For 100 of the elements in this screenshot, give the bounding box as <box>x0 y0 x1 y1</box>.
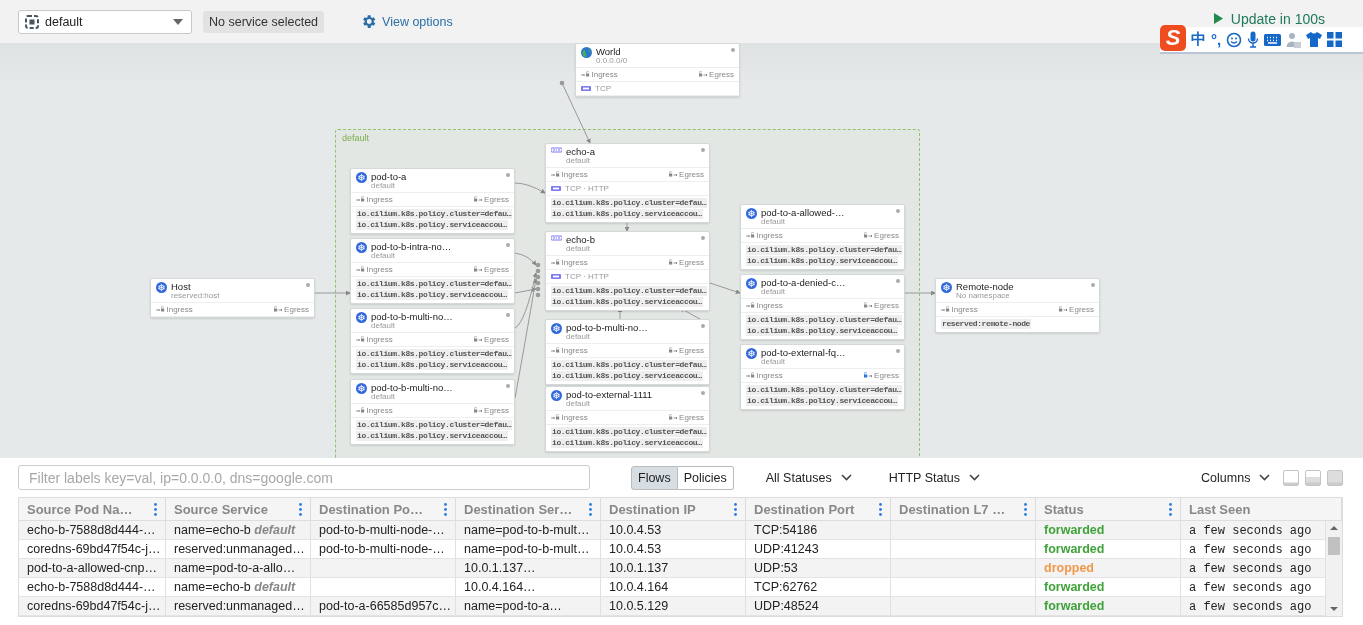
kubernetes-icon <box>551 323 562 334</box>
view-tab[interactable]: Flows <box>631 465 678 490</box>
node-card[interactable]: echo-b default Ingress Egress TCP · HTTP io.cilium.k8s.policy.cluster=defau… io.cilium.k8s.policy.serviceaccou… <box>545 231 710 311</box>
column-menu-icon[interactable] <box>734 502 737 516</box>
kubernetes-icon <box>356 242 367 253</box>
node-title: pod-to-b-multi-no… <box>566 323 649 333</box>
node-title: World <box>596 47 622 57</box>
column-header: Source Service <box>174 501 268 517</box>
node-card[interactable]: pod-to-b-multi-no… default Ingress Egress io.cilium.k8s.policy.cluster=defau… io.cilium.k8s.policy.serviceaccou… <box>545 319 710 385</box>
table-cell-text: a few seconds ago <box>1189 543 1312 557</box>
status-dot <box>896 349 900 353</box>
table-cell-text: coredns-69bd47f54c-j… <box>27 599 161 613</box>
label-tag: io.cilium.k8s.policy.cluster=defau… <box>551 359 708 370</box>
arrow-lock-icon <box>356 266 365 272</box>
egress-label: Egress <box>874 370 899 380</box>
column-header: Destination IP <box>609 501 696 517</box>
table-cell-text: reserved:unmanaged… <box>174 599 305 613</box>
node-subtitle: default <box>371 392 396 401</box>
arrow-lock-icon <box>551 259 560 265</box>
keyboard-icon[interactable] <box>1264 33 1282 46</box>
ingress-label: Ingress <box>366 405 393 415</box>
node-card[interactable]: pod-to-external-1111 default Ingress Egress io.cilium.k8s.policy.cluster=defau… io.cilium.k8s.policy.serviceaccou… <box>545 386 710 452</box>
scrollbar-thumb[interactable] <box>1328 537 1340 555</box>
shirt-icon[interactable] <box>1306 32 1323 47</box>
microphone-icon[interactable] <box>1247 31 1260 48</box>
node-title: Host <box>171 282 192 292</box>
node-card[interactable]: pod-to-b-intra-no… default Ingress Egress io.cilium.k8s.policy.cluster=defau… io.cilium.k8s.policy.serviceaccou… <box>350 238 515 304</box>
grid-icon[interactable] <box>1327 32 1343 47</box>
node-card[interactable]: pod-to-b-multi-no… default Ingress Egress io.cilium.k8s.policy.cluster=defau… io.cilium.k8s.policy.serviceaccou… <box>350 308 515 374</box>
kubernetes-icon <box>746 278 757 289</box>
column-menu-icon[interactable] <box>1169 502 1172 516</box>
label-tag: io.cilium.k8s.policy.serviceaccou… <box>551 208 703 219</box>
ingress-label: Ingress <box>561 412 588 422</box>
table-cell-text: name=echo-b default <box>174 523 296 537</box>
node-title: pod-to-b-intra-no… <box>371 242 453 252</box>
column-menu-icon[interactable] <box>879 502 882 516</box>
arrow-lock-icon <box>356 196 365 202</box>
node-card[interactable]: Host reserved:host Ingress Egress <box>150 278 315 318</box>
chevron-icon <box>1259 474 1271 481</box>
label-tag: io.cilium.k8s.policy.serviceaccou… <box>356 359 508 370</box>
flow-edge <box>561 82 591 144</box>
table-cell-text: a few seconds ago <box>1189 600 1312 614</box>
update-countdown: Update in 100s <box>1230 10 1325 27</box>
status-label: forwarded <box>1044 542 1105 556</box>
table-cell-text: name=pod-to-b-mult… <box>464 542 590 556</box>
flow-edge <box>514 252 537 266</box>
label-tag: io.cilium.k8s.policy.cluster=defau… <box>746 314 903 325</box>
table-cell-text: a few seconds ago <box>1189 524 1312 538</box>
column-menu-icon[interactable] <box>299 502 302 516</box>
column-header: Last Seen <box>1189 501 1251 517</box>
column-menu-icon[interactable] <box>444 502 447 516</box>
egress-label: Egress <box>484 405 509 415</box>
filter-field[interactable]: Filter labels key=val, ip=0.0.0.0, dns=google.com <box>18 465 590 490</box>
caret-icon <box>173 18 183 25</box>
node-subtitle: default <box>761 217 786 226</box>
column-menu-icon[interactable] <box>589 502 592 516</box>
protocol-icon <box>581 85 591 91</box>
node-card[interactable]: pod-to-a-denied-c… default Ingress Egress io.cilium.k8s.policy.cluster=defau… io.cilium.k8s.policy.serviceaccou… <box>740 274 905 340</box>
filter-dropdown[interactable]: HTTP Status <box>888 470 981 485</box>
ingress-label: Ingress <box>366 194 393 204</box>
label-tag: io.cilium.k8s.policy.serviceaccou… <box>551 296 703 307</box>
status-dot <box>701 324 705 328</box>
egress-label: Egress <box>874 300 899 310</box>
column-menu-icon[interactable] <box>1024 502 1027 516</box>
smiley-icon[interactable] <box>1226 31 1243 48</box>
label-tag: reserved:remote-node <box>941 318 1032 329</box>
node-card[interactable]: pod-to-b-multi-no… default Ingress Egress io.cilium.k8s.policy.cluster=defau… io.cilium.k8s.policy.serviceaccou… <box>350 379 515 445</box>
table-cell-text: UDP:41243 <box>754 542 819 556</box>
column-menu-icon[interactable] <box>154 502 157 516</box>
label-tag: io.cilium.k8s.policy.cluster=defau… <box>356 348 513 359</box>
table-cell-text: name=pod-to-a-allo… <box>174 561 296 575</box>
table-cell-text: 10.0.4.53 <box>609 542 662 556</box>
node-card[interactable]: pod-to-external-fq… default Ingress Egress io.cilium.k8s.policy.cluster=defau… io.cilium.k8s.policy.serviceaccou… <box>740 344 905 410</box>
column-header: Destination L7 … <box>899 501 1006 517</box>
status-dot <box>506 243 510 247</box>
chevron-icon <box>969 474 981 481</box>
node-card[interactable]: pod-to-a default Ingress Egress io.cilium.k8s.policy.cluster=defau… io.cilium.k8s.policy.serviceaccou… <box>350 168 515 234</box>
node-card[interactable]: World 0.0.0.0/0 Ingress Egress TCP <box>575 43 740 97</box>
punctuation-toggle[interactable]: °, <box>1211 31 1222 48</box>
status-dot <box>701 236 705 240</box>
label-tag: io.cilium.k8s.policy.cluster=defau… <box>746 244 903 255</box>
protocol-icon <box>551 185 561 191</box>
node-card[interactable]: Remote-node No namespace Ingress Egress reserved:remote-node <box>935 278 1100 333</box>
view-options-button[interactable]: View options <box>360 13 453 30</box>
label-tag: io.cilium.k8s.policy.cluster=defau… <box>551 426 708 437</box>
namespace-select[interactable]: default <box>18 9 192 34</box>
node-title: echo-a <box>566 147 597 157</box>
table-cell-text: TCP:62762 <box>754 580 818 594</box>
input-mode-toggle[interactable]: 中 <box>1191 30 1206 49</box>
filter-dropdown[interactable]: All Statuses <box>765 470 852 485</box>
namespace-icon <box>25 14 39 29</box>
filter-dropdown[interactable]: Columns <box>1201 470 1271 485</box>
arrow-lock-icon <box>746 302 755 308</box>
arrow-lock-icon <box>746 372 755 378</box>
node-card[interactable]: echo-a default Ingress Egress TCP · HTTP io.cilium.k8s.policy.cluster=defau… io.cilium.k8s.policy.serviceaccou… <box>545 143 710 223</box>
flow-edge <box>514 182 546 194</box>
label-tag: io.cilium.k8s.policy.serviceaccou… <box>746 395 898 406</box>
label-tag: io.cilium.k8s.policy.serviceaccou… <box>746 255 898 266</box>
node-card[interactable]: pod-to-a-allowed-… default Ingress Egress io.cilium.k8s.policy.cluster=defau… io.cilium.k8s.policy.serviceaccou… <box>740 204 905 270</box>
view-tab[interactable]: Policies <box>677 465 734 490</box>
